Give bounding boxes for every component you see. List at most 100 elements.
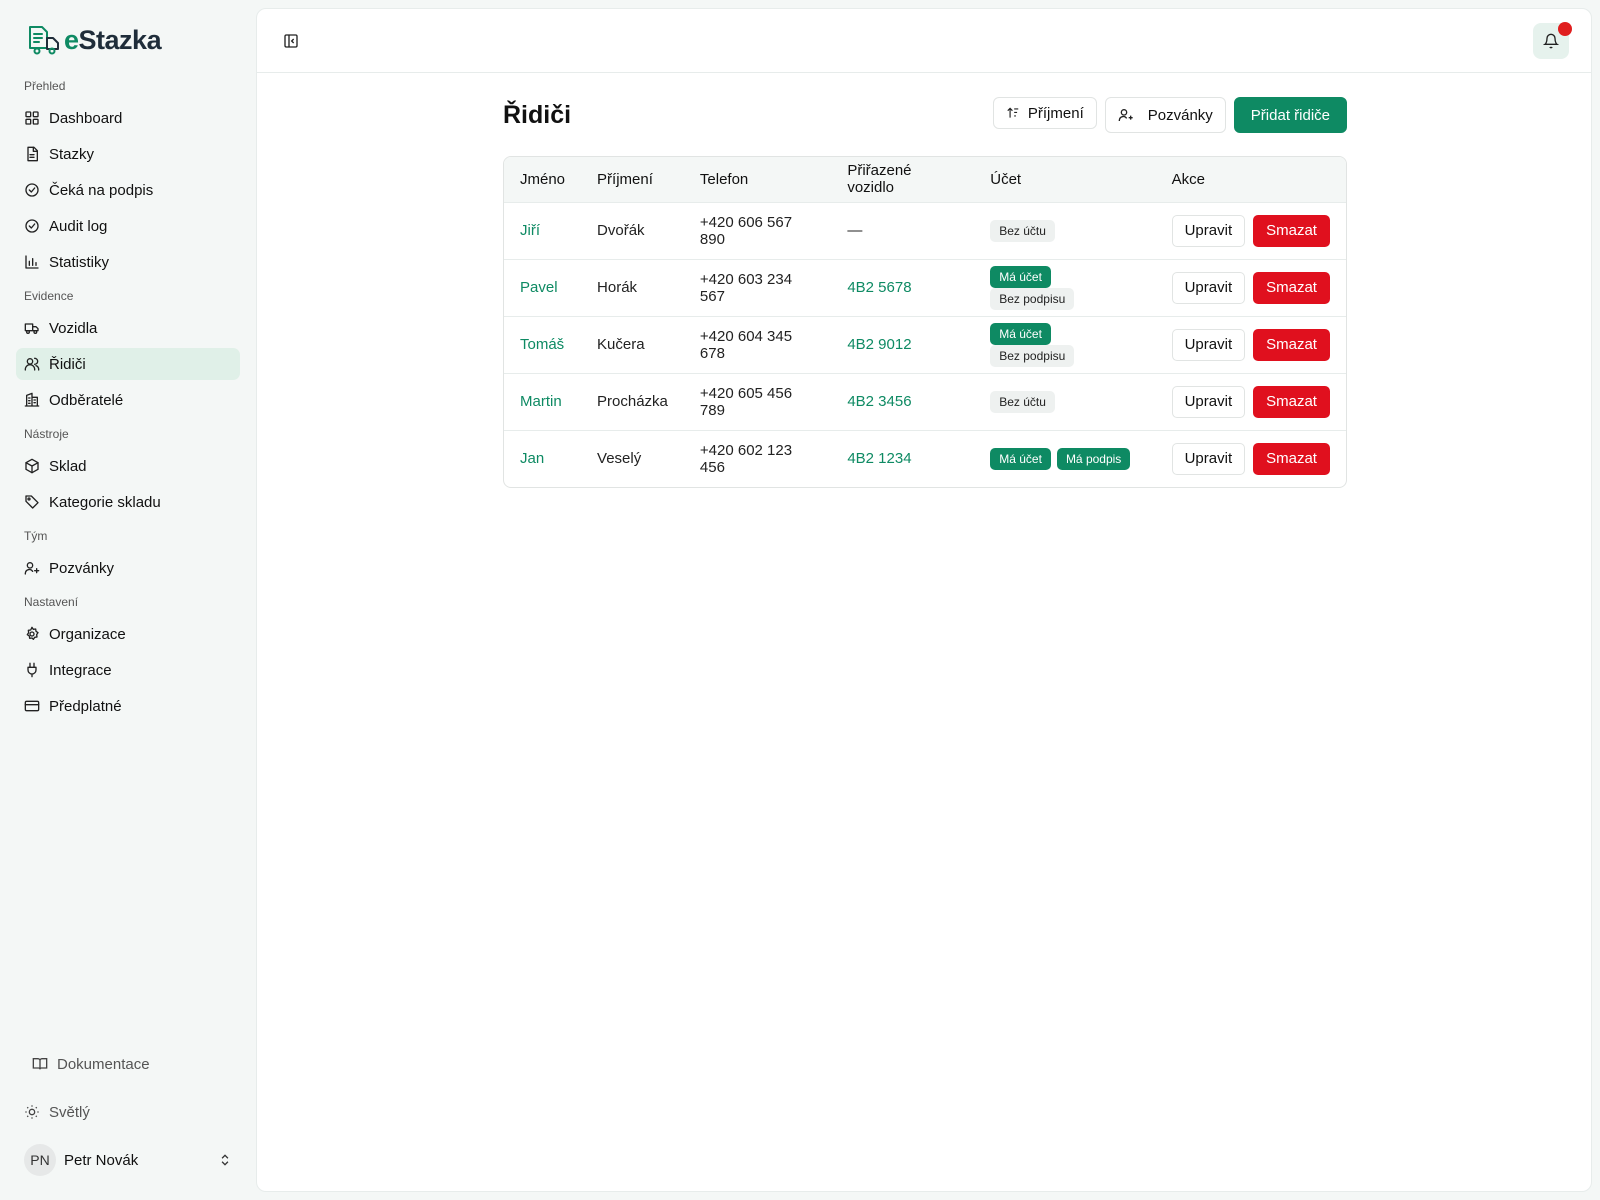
driver-phone: +420 606 567 890 [699,213,793,248]
sidebar-item[interactable]: Integrace [16,654,240,686]
sidebar-item[interactable]: Kategorie skladu [16,486,240,518]
sidebar-item[interactable]: Audit log [16,210,240,242]
delete-button[interactable]: Smazat [1253,385,1330,418]
sidebar-item[interactable]: Sklad [16,450,240,482]
app-logo[interactable]: eStazka [26,20,240,60]
assigned-vehicle[interactable]: 4B2 9012 [831,316,974,373]
driver-phone: +420 603 234 567 [699,270,793,305]
bar-chart-icon [25,255,39,269]
column-header: Přiřazené vozidlo [847,162,912,197]
assigned-vehicle: — [847,222,863,239]
edit-button[interactable]: Upravit [1171,328,1246,361]
table-row: Martin Procházka +420 605 456 789 4B2 3456 B… [504,373,1346,430]
delete-button[interactable]: Smazat [1253,271,1330,304]
edit-button[interactable]: Upravit [1171,214,1246,247]
sidebar-item-label: Řidiči [49,355,86,373]
documentation-link[interactable]: Dokumentace [16,1048,240,1080]
sidebar-item-label: Dashboard [49,109,123,127]
account-status-badge: Má účet [990,265,1051,288]
drivers-content: Řidiči Příjmení Pozvánky Přidat řidiče J… [503,97,1347,488]
theme-label: Světlý [49,1103,90,1121]
sidebar-toggle-button[interactable] [277,27,305,55]
assigned-vehicle[interactable]: 4B2 1234 [831,430,974,487]
account-status-badge: Má účet [990,447,1051,470]
account-status-badge: Bez podpisu [990,344,1075,367]
grid-icon [25,111,39,125]
nav-group: Nástroje Sklad Kategorie skladu [16,426,240,518]
driver-phone: +420 604 345 678 [699,327,793,362]
nav-section-label: Tým [24,529,48,543]
credit-card-icon [24,700,40,712]
topbar [257,9,1591,73]
table-row: Jiří Dvořák +420 606 567 890 — Bez účtu Uprav… [504,202,1346,259]
driver-last-name: Kučera [597,336,645,353]
sidebar-item-label: Organizace [49,625,126,643]
notifications-button[interactable] [1533,21,1572,59]
actions-cell: Upravit Smazat [1156,259,1346,316]
users-icon [24,357,40,371]
nav-group: Evidence Vozidla Řidiči Odběratelé [16,288,240,416]
table-row: Pavel Horák +420 603 234 567 4B2 5678 Má úče… [504,259,1346,316]
assigned-vehicle[interactable]: 4B2 5678 [831,259,974,316]
avatar: PN [24,1144,56,1176]
account-status-badge: Bez podpisu [990,287,1075,310]
delete-button[interactable]: Smazat [1253,214,1330,247]
page-title: Řidiči [503,100,572,129]
sidebar-item[interactable]: Statistiky [16,246,240,278]
sidebar-item-label: Pozvánky [49,559,115,577]
delete-button[interactable]: Smazat [1253,442,1330,475]
sidebar-item[interactable]: Vozidla [16,312,240,344]
sidebar-item[interactable]: Dashboard [16,102,240,134]
sidebar-item-label: Audit log [49,217,108,235]
sidebar-item[interactable]: Čeká na podpis [16,174,240,206]
sidebar-item[interactable]: Organizace [16,618,240,650]
driver-first-name-link[interactable]: Pavel [504,259,581,316]
theme-toggle[interactable]: Světlý [16,1096,240,1128]
actions-cell: Upravit Smazat [1156,430,1346,487]
table-header-row: Jméno Příjmení Telefon Přiřazené vozidlo Úče… [504,157,1346,202]
user-menu[interactable]: PN Petr Novák [16,1136,240,1184]
sort-label: Příjmení [1027,104,1084,122]
sidebar-item[interactable]: Pozvánky [16,552,240,584]
account-cell: Bez účtu [974,373,1155,430]
nav-group: Tým Pozvánky [16,528,240,584]
drivers-table: Jméno Příjmení Telefon Přiřazené vozidlo Úče… [503,156,1347,488]
table-row: Jan Veselý +420 602 123 456 4B2 1234 Má účet… [504,430,1346,487]
driver-first-name-link[interactable]: Jiří [504,202,581,259]
nav-section-label: Nástroje [24,427,69,441]
sun-icon [25,1105,39,1119]
account-cell: Má účetBez podpisu [974,316,1155,373]
edit-button[interactable]: Upravit [1171,385,1246,418]
column-header: Telefon [699,170,749,188]
sidebar-item-label: Vozidla [49,319,98,337]
account-status-badge: Má účet [990,322,1051,345]
add-driver-button[interactable]: Přidat řidiče [1233,97,1347,133]
edit-button[interactable]: Upravit [1171,442,1246,475]
assigned-vehicle[interactable]: 4B2 3456 [831,373,974,430]
driver-last-name: Horák [597,279,638,296]
sort-by-surname-button[interactable]: Příjmení [992,97,1097,129]
edit-button[interactable]: Upravit [1171,271,1246,304]
sidebar-item[interactable]: Řidiči [16,348,240,380]
invites-button[interactable]: Pozvánky [1104,97,1226,133]
account-cell: Bez účtu [974,202,1155,259]
nav-group: Nastavení Organizace Integrace Předplatné [16,594,240,722]
driver-phone: +420 602 123 456 [699,441,793,476]
driver-first-name-link[interactable]: Jan [504,430,581,487]
delete-button[interactable]: Smazat [1253,328,1330,361]
user-plus-icon [24,562,40,575]
sidebar-item-label: Statistiky [49,253,110,271]
driver-first-name-link[interactable]: Tomáš [504,316,581,373]
driver-first-name-link[interactable]: Martin [504,373,581,430]
user-plus-icon [1118,109,1133,121]
account-status-badge: Bez účtu [990,219,1055,242]
driver-last-name: Procházka [597,393,668,410]
sidebar-item[interactable]: Stazky [16,138,240,170]
check-circle-icon [25,219,39,233]
truck-icon [24,323,39,334]
driver-last-name: Dvořák [597,222,645,239]
panel-left-icon [284,33,298,48]
sidebar-item-label: Předplatné [49,697,122,715]
sidebar-item[interactable]: Předplatné [16,690,240,722]
sidebar-item[interactable]: Odběratelé [16,384,240,416]
